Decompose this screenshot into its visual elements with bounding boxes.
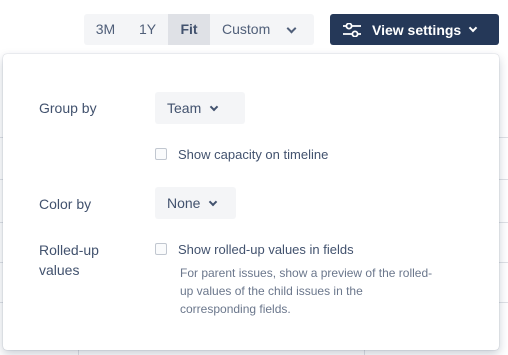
rolled-up-help-line-1: For parent issues, show a preview of the… <box>180 266 433 280</box>
group-by-select[interactable]: Team <box>155 92 245 124</box>
background-grid-line <box>499 137 508 138</box>
show-capacity-checkbox[interactable] <box>155 148 167 160</box>
sliders-icon <box>343 22 361 37</box>
range-custom-label: Custom <box>222 21 271 37</box>
background-grid-line <box>499 222 508 223</box>
background-grid-line <box>499 302 508 303</box>
view-settings-button[interactable]: View settings <box>330 14 499 45</box>
show-rolled-up-label[interactable]: Show rolled-up values in fields <box>178 242 354 257</box>
color-by-label: Color by <box>39 196 92 212</box>
background-grid-line <box>499 262 508 263</box>
view-settings-label: View settings <box>372 21 462 38</box>
chevron-down-icon <box>209 102 219 111</box>
chevron-down-icon <box>468 23 478 33</box>
background-grid-line <box>364 350 365 355</box>
rolled-up-help-line-3: corresponding fields. <box>180 302 291 316</box>
rolled-up-label-line-1: Rolled-up <box>39 242 99 258</box>
background-grid-line <box>78 350 79 355</box>
background-grid-line <box>499 179 508 180</box>
group-by-value: Team <box>167 100 202 116</box>
view-settings-panel: Group by Team Show capacity on timeline … <box>3 54 499 350</box>
color-by-select[interactable]: None <box>155 187 236 219</box>
chevron-down-icon <box>286 23 297 33</box>
group-by-label: Group by <box>39 100 97 116</box>
chevron-down-icon <box>209 197 218 206</box>
rolled-up-label-line-2: values <box>39 262 80 278</box>
rolled-up-help-line-2: up values of the child issues in the <box>180 284 363 298</box>
timeline-range-selector: 3M 1Y Fit Custom <box>84 14 314 45</box>
range-custom-dropdown[interactable]: Custom <box>210 14 314 45</box>
range-fit-button[interactable]: Fit <box>168 14 210 45</box>
range-1y-button[interactable]: 1Y <box>127 14 168 45</box>
show-capacity-label[interactable]: Show capacity on timeline <box>178 147 328 162</box>
color-by-value: None <box>167 195 201 211</box>
show-rolled-up-checkbox[interactable] <box>155 243 167 255</box>
range-3m-button[interactable]: 3M <box>84 14 127 45</box>
